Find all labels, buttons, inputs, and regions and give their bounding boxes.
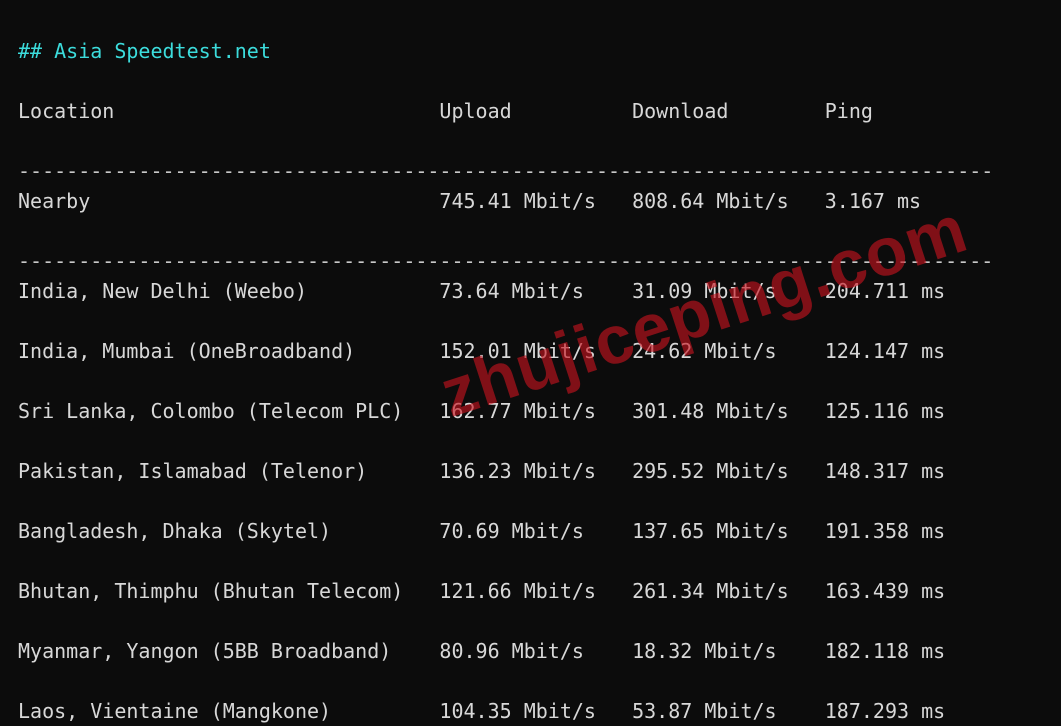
header-upload: Upload (439, 96, 632, 126)
table-row: Myanmar, Yangon (5BB Broadband)80.96 Mbi… (18, 636, 1051, 666)
header-ping: Ping (825, 96, 873, 126)
header-download: Download (632, 96, 825, 126)
cell-download: 53.87 Mbit/s (632, 696, 825, 726)
terminal-output: ## Asia Speedtest.net LocationUploadDown… (0, 0, 1061, 726)
cell-ping: 187.293 ms (825, 696, 945, 726)
cell-upload: 80.96 Mbit/s (439, 636, 632, 666)
cell-upload: 162.77 Mbit/s (439, 396, 632, 426)
table-row: Pakistan, Islamabad (Telenor)136.23 Mbit… (18, 456, 1051, 486)
cell-location: Bhutan, Thimphu (Bhutan Telecom) (18, 576, 439, 606)
section-title: ## Asia Speedtest.net (18, 39, 271, 63)
cell-ping: 148.317 ms (825, 456, 945, 486)
table-row: Laos, Vientaine (Mangkone)104.35 Mbit/s5… (18, 696, 1051, 726)
divider: ----------------------------------------… (18, 159, 993, 183)
cell-location: Nearby (18, 186, 439, 216)
cell-ping: 191.358 ms (825, 516, 945, 546)
title-hash: ## (18, 39, 42, 63)
cell-download: 808.64 Mbit/s (632, 186, 825, 216)
cell-download: 18.32 Mbit/s (632, 636, 825, 666)
cell-ping: 182.118 ms (825, 636, 945, 666)
cell-location: Sri Lanka, Colombo (Telecom PLC) (18, 396, 439, 426)
cell-upload: 152.01 Mbit/s (439, 336, 632, 366)
header-location: Location (18, 96, 439, 126)
cell-location: India, New Delhi (Weebo) (18, 276, 439, 306)
cell-upload: 136.23 Mbit/s (439, 456, 632, 486)
cell-location: Laos, Vientaine (Mangkone) (18, 696, 439, 726)
cell-download: 137.65 Mbit/s (632, 516, 825, 546)
cell-location: India, Mumbai (OneBroadband) (18, 336, 439, 366)
cell-location: Myanmar, Yangon (5BB Broadband) (18, 636, 439, 666)
cell-download: 301.48 Mbit/s (632, 396, 825, 426)
table-row: Sri Lanka, Colombo (Telecom PLC)162.77 M… (18, 396, 1051, 426)
table-header: LocationUploadDownloadPing (18, 96, 1051, 126)
cell-ping: 163.439 ms (825, 576, 945, 606)
cell-download: 295.52 Mbit/s (632, 456, 825, 486)
nearby-row: Nearby745.41 Mbit/s808.64 Mbit/s3.167 ms (18, 186, 1051, 216)
cell-location: Pakistan, Islamabad (Telenor) (18, 456, 439, 486)
cell-location: Bangladesh, Dhaka (Skytel) (18, 516, 439, 546)
table-row: India, Mumbai (OneBroadband)152.01 Mbit/… (18, 336, 1051, 366)
cell-upload: 745.41 Mbit/s (439, 186, 632, 216)
divider: ----------------------------------------… (18, 249, 993, 273)
table-body: India, New Delhi (Weebo)73.64 Mbit/s31.0… (18, 276, 1051, 726)
cell-ping: 204.711 ms (825, 276, 945, 306)
table-row: Bangladesh, Dhaka (Skytel)70.69 Mbit/s13… (18, 516, 1051, 546)
cell-download: 24.62 Mbit/s (632, 336, 825, 366)
cell-download: 261.34 Mbit/s (632, 576, 825, 606)
cell-upload: 121.66 Mbit/s (439, 576, 632, 606)
cell-ping: 125.116 ms (825, 396, 945, 426)
cell-upload: 70.69 Mbit/s (439, 516, 632, 546)
cell-ping: 3.167 ms (825, 186, 921, 216)
cell-upload: 104.35 Mbit/s (439, 696, 632, 726)
title-text: Asia Speedtest.net (54, 39, 271, 63)
cell-ping: 124.147 ms (825, 336, 945, 366)
cell-download: 31.09 Mbit/s (632, 276, 825, 306)
cell-upload: 73.64 Mbit/s (439, 276, 632, 306)
table-row: Bhutan, Thimphu (Bhutan Telecom)121.66 M… (18, 576, 1051, 606)
table-row: India, New Delhi (Weebo)73.64 Mbit/s31.0… (18, 276, 1051, 306)
